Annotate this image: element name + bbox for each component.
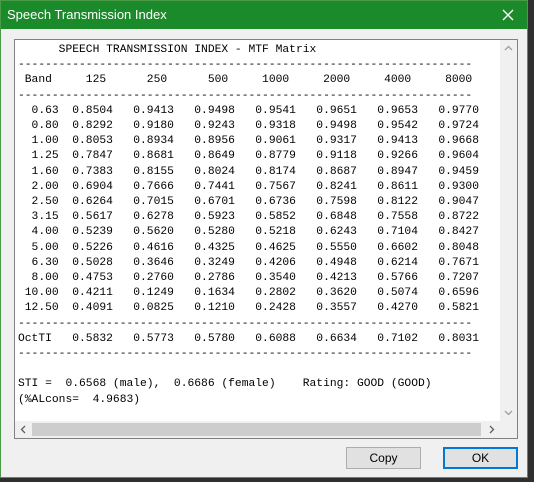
results-text-area[interactable]: SPEECH TRANSMISSION INDEX - MTF Matrix -… — [14, 39, 518, 439]
text-line: OctTI 0.5832 0.5773 0.5780 0.6088 0.6634… — [18, 332, 479, 345]
text-line: (%ALcons= 4.9683) — [18, 393, 141, 406]
copy-button[interactable]: Copy — [346, 447, 421, 469]
text-line: 0.63 0.8504 0.9413 0.9498 0.9541 0.9651 … — [18, 104, 479, 117]
text-line: 0.80 0.8292 0.9180 0.9243 0.9318 0.9498 … — [18, 120, 479, 133]
scroll-left-icon[interactable] — [19, 425, 28, 434]
text-line: ----------------------------------------… — [18, 317, 473, 330]
background-edge-mark: ▕ — [529, 282, 534, 293]
text-line: 2.00 0.6904 0.7666 0.7441 0.7567 0.8241 … — [18, 180, 479, 193]
vertical-scrollbar[interactable] — [500, 40, 517, 421]
text-line: 3.15 0.5617 0.6278 0.5923 0.5852 0.6848 … — [18, 211, 479, 224]
text-line: 10.00 0.4211 0.1249 0.1634 0.2802 0.3620… — [18, 287, 479, 300]
sti-dialog: Speech Transmission Index SPEECH TRANSMI… — [0, 0, 528, 478]
text-line: SPEECH TRANSMISSION INDEX - MTF Matrix — [18, 44, 317, 56]
text-line: ----------------------------------------… — [18, 59, 473, 72]
text-line: STI = 0.6568 (male), 0.6686 (female) Rat… — [18, 378, 432, 391]
text-line: 8.00 0.4753 0.2760 0.2786 0.3540 0.4213 … — [18, 272, 479, 285]
text-line: 1.25 0.7847 0.8681 0.8649 0.8779 0.9118 … — [18, 150, 479, 163]
text-line: ----------------------------------------… — [18, 348, 473, 361]
close-button[interactable] — [489, 1, 527, 29]
text-line: 4.00 0.5239 0.5620 0.5280 0.5218 0.6243 … — [18, 226, 479, 239]
close-icon — [502, 9, 514, 21]
scroll-right-icon[interactable] — [487, 425, 496, 434]
text-line: Band 125 250 500 1000 2000 4000 8000 — [18, 74, 473, 87]
title-bar[interactable]: Speech Transmission Index — [1, 1, 527, 29]
scrollbar-corner — [500, 421, 517, 438]
scroll-up-icon[interactable] — [504, 44, 513, 53]
horizontal-scroll-thumb[interactable] — [32, 423, 481, 436]
text-line: 12.50 0.4091 0.0825 0.1210 0.2428 0.3557… — [18, 302, 479, 315]
text-line: 6.30 0.5028 0.3646 0.3249 0.4206 0.4948 … — [18, 256, 479, 269]
window-title: Speech Transmission Index — [7, 7, 167, 22]
text-line: 2.50 0.6264 0.7015 0.6701 0.6736 0.7598 … — [18, 196, 479, 209]
text-line: ----------------------------------------… — [18, 89, 473, 102]
results-text: SPEECH TRANSMISSION INDEX - MTF Matrix -… — [18, 43, 500, 417]
horizontal-scrollbar[interactable] — [15, 421, 500, 438]
scroll-down-icon[interactable] — [504, 408, 513, 417]
text-line: 1.00 0.8053 0.8934 0.8956 0.9061 0.9317 … — [18, 135, 479, 148]
ok-button[interactable]: OK — [443, 447, 518, 469]
text-line: 1.60 0.7383 0.8155 0.8024 0.8174 0.8687 … — [18, 165, 479, 178]
text-line: 5.00 0.5226 0.4616 0.4325 0.4625 0.5550 … — [18, 241, 479, 254]
